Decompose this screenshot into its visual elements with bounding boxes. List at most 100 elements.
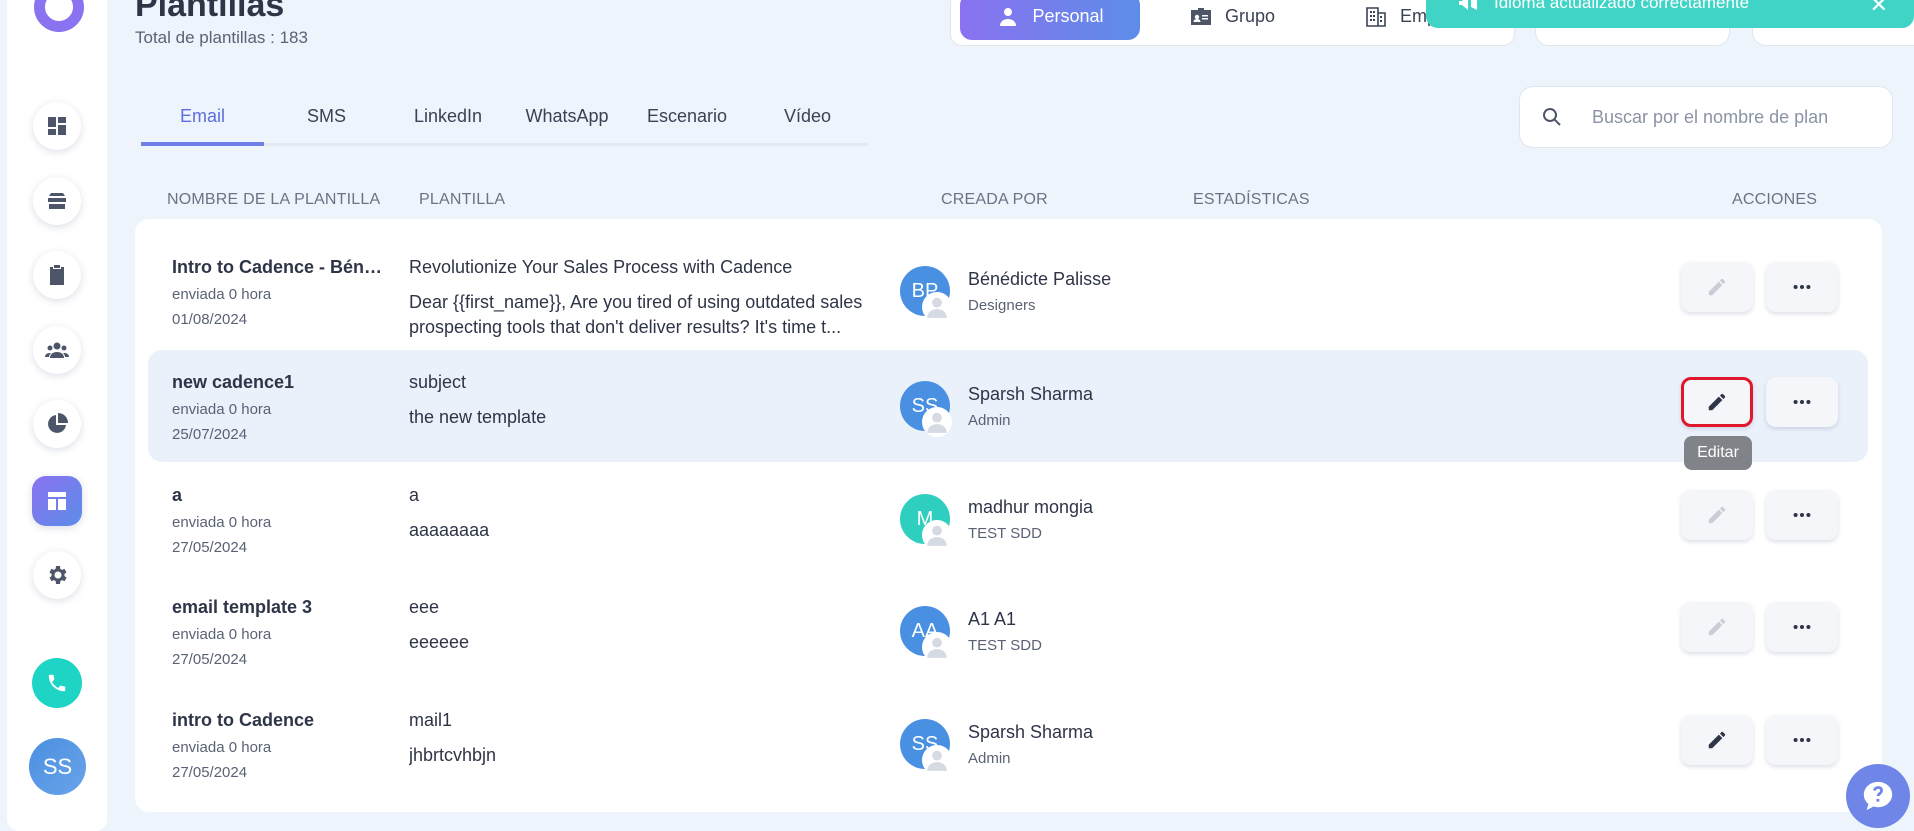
scope-personal-button[interactable]: Personal: [960, 0, 1140, 40]
creator-team: TEST SDD: [968, 524, 1042, 542]
column-header-actions: ACCIONES: [1732, 191, 1818, 208]
creator-name: madhur mongia: [968, 496, 1094, 517]
scope-personal-label: Personal: [1032, 6, 1104, 26]
more-options-button[interactable]: [1766, 715, 1838, 765]
edit-button[interactable]: [1681, 602, 1753, 652]
table-row[interactable]: intro to Cadence enviada 0 hora 27/05/20…: [148, 688, 1868, 800]
template-name[interactable]: new cadence1: [172, 372, 387, 393]
template-date: 27/05/2024: [172, 539, 248, 556]
template-body: eeeeee: [409, 632, 470, 652]
template-sent: enviada 0 hora: [172, 401, 272, 418]
id-card-icon: [1191, 7, 1211, 25]
templates-icon[interactable]: [32, 476, 82, 526]
pencil-icon: [1708, 731, 1726, 749]
tab-video[interactable]: Vídeo: [747, 102, 868, 146]
tab-linkedin[interactable]: LinkedIn: [389, 102, 507, 146]
template-sent: enviada 0 hora: [172, 514, 272, 531]
people-icon[interactable]: [33, 326, 81, 374]
analytics-pie-icon[interactable]: [33, 400, 81, 448]
template-name[interactable]: Intro to Cadence - Bénédicte: [172, 257, 387, 278]
user-avatar[interactable]: SS: [29, 738, 86, 795]
more-horizontal-icon: [1793, 512, 1811, 518]
template-date: 27/05/2024: [172, 764, 248, 781]
template-sent: enviada 0 hora: [172, 626, 272, 643]
channel-tabs: Email SMS LinkedIn WhatsApp Escenario Ví…: [141, 102, 868, 146]
column-header-template: PLANTILLA: [419, 191, 506, 208]
help-button[interactable]: [1846, 764, 1910, 828]
tab-sms[interactable]: SMS: [264, 102, 389, 146]
template-subject: subject: [409, 372, 467, 392]
phone-call-button[interactable]: [32, 658, 82, 708]
creator-team: Admin: [968, 749, 1011, 767]
table-row[interactable]: new cadence1 enviada 0 hora 25/07/2024 s…: [148, 350, 1868, 462]
more-horizontal-icon: [1793, 624, 1811, 630]
creator-team: TEST SDD: [968, 636, 1042, 654]
template-sent: enviada 0 hora: [172, 286, 272, 303]
creator-name: Sparsh Sharma: [968, 383, 1094, 404]
scope-group-button[interactable]: Grupo: [1171, 0, 1293, 40]
more-options-button[interactable]: [1766, 262, 1838, 312]
search-icon: [1543, 108, 1561, 126]
column-header-created-by: CREADA POR: [941, 191, 1048, 208]
more-options-button[interactable]: [1766, 490, 1838, 540]
more-horizontal-icon: [1793, 737, 1811, 743]
table-row[interactable]: Intro to Cadence - Bénédicte enviada 0 h…: [148, 235, 1868, 347]
template-date: 01/08/2024: [172, 311, 248, 328]
more-horizontal-icon: [1793, 399, 1811, 405]
close-icon[interactable]: ✕: [1870, 0, 1888, 18]
template-subject: mail1: [409, 710, 453, 730]
cadences-icon[interactable]: [33, 177, 81, 225]
template-subject: eee: [409, 597, 440, 617]
phone-icon: [48, 674, 66, 692]
creator-team: Admin: [968, 411, 1011, 429]
more-horizontal-icon: [1793, 284, 1811, 290]
tasks-clipboard-icon[interactable]: [33, 251, 81, 299]
success-toast: Idioma actualizado correctamente ✕: [1426, 0, 1914, 28]
person-icon: [1000, 7, 1017, 26]
template-body: jhbrtcvhbjn: [409, 745, 497, 765]
edit-button[interactable]: [1681, 262, 1753, 312]
megaphone-icon: [1459, 0, 1477, 10]
pencil-icon: [1708, 618, 1726, 636]
creator-avatar: M: [900, 494, 952, 550]
template-subject: a: [409, 485, 420, 505]
user-placeholder-icon: [922, 745, 952, 775]
creator-name: A1 A1: [968, 608, 1017, 629]
template-body: Dear {{first_name}}, Are you tired of us…: [409, 292, 863, 337]
user-placeholder-icon: [922, 407, 952, 437]
creator-avatar: AA: [900, 606, 952, 662]
table-row[interactable]: a enviada 0 hora 27/05/2024 a aaaaaaaa M…: [148, 463, 1868, 575]
sidebar: SS: [7, 0, 107, 831]
search-input[interactable]: [1592, 106, 1882, 128]
user-placeholder-icon: [922, 632, 952, 662]
template-date: 25/07/2024: [172, 426, 248, 443]
tab-whatsapp[interactable]: WhatsApp: [507, 102, 627, 146]
app-logo[interactable]: [34, 0, 84, 32]
tab-escenario[interactable]: Escenario: [627, 102, 747, 146]
settings-gear-icon[interactable]: [33, 551, 81, 599]
template-sent: enviada 0 hora: [172, 739, 272, 756]
template-body: aaaaaaaa: [409, 520, 490, 540]
pencil-icon: [1708, 393, 1726, 411]
template-name[interactable]: email template 3: [172, 597, 387, 618]
more-options-button[interactable]: [1766, 602, 1838, 652]
pencil-icon: [1708, 278, 1726, 296]
more-options-button[interactable]: [1766, 377, 1838, 427]
template-name[interactable]: a: [172, 485, 387, 506]
edit-button[interactable]: [1681, 715, 1753, 765]
toast-message: Idioma actualizado correctamente: [1494, 0, 1750, 12]
edit-button[interactable]: [1681, 377, 1753, 427]
creator-name: Sparsh Sharma: [968, 721, 1094, 742]
table-row[interactable]: email template 3 enviada 0 hora 27/05/20…: [148, 575, 1868, 687]
user-placeholder-icon: [922, 520, 952, 550]
creator-avatar: SS: [900, 719, 952, 775]
search-box: [1519, 86, 1893, 148]
dashboard-icon[interactable]: [33, 102, 81, 150]
building-icon: [1366, 6, 1386, 27]
tab-email[interactable]: Email: [141, 102, 264, 146]
edit-button[interactable]: [1681, 490, 1753, 540]
template-body: the new template: [409, 407, 547, 427]
template-name[interactable]: intro to Cadence: [172, 710, 387, 731]
page-title: Plantillas: [135, 0, 285, 24]
creator-team: Designers: [968, 296, 1036, 314]
